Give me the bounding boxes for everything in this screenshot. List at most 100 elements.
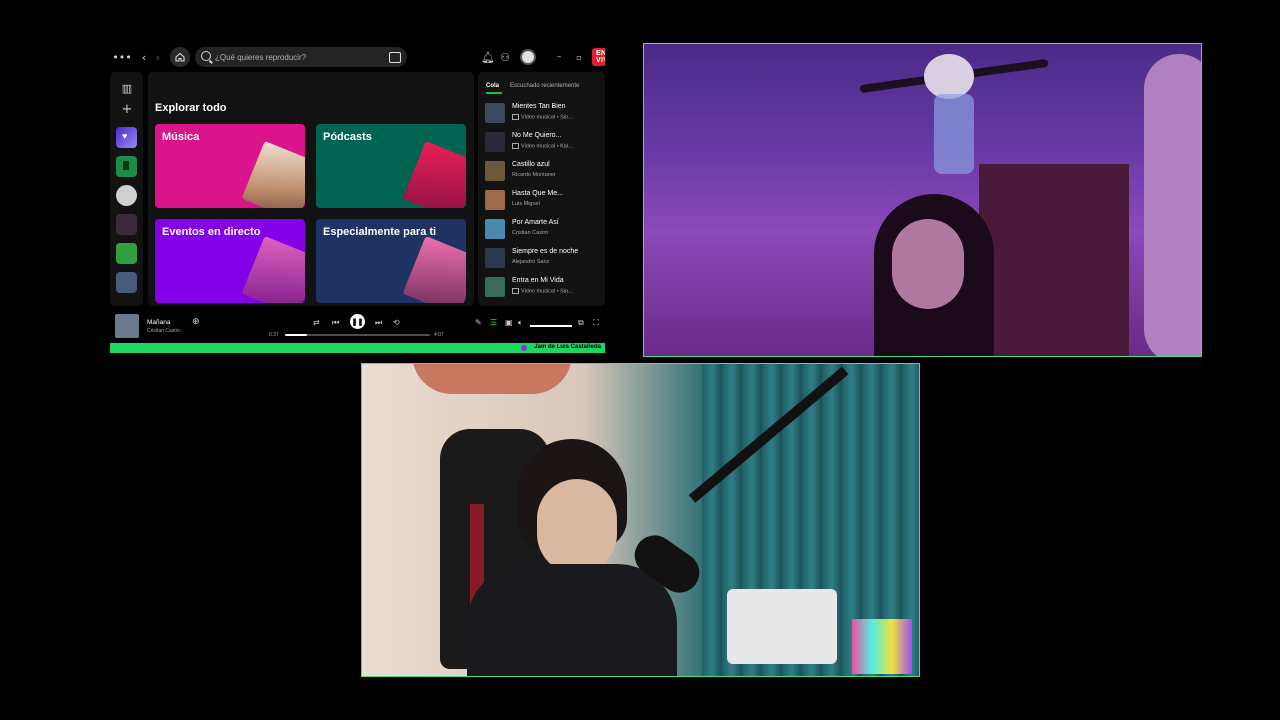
forward-arrow-icon[interactable]: › [150, 49, 166, 65]
heart-icon: ♥ [122, 131, 128, 141]
fan-light [924, 54, 974, 99]
fullscreen-icon[interactable]: ⛶ [593, 318, 599, 328]
home-button[interactable] [170, 47, 190, 67]
elapsed-time: 0:37 [269, 332, 279, 338]
volume-slider[interactable] [530, 325, 572, 327]
sidebar-item-artist[interactable] [116, 185, 137, 206]
ukulele [412, 364, 572, 394]
pause-icon: ❚❚ [351, 318, 364, 326]
now-playing-view-icon[interactable]: ✎ [475, 318, 482, 327]
queue-item-thumbnail [485, 161, 505, 181]
duration-time: 4:07 [434, 332, 444, 338]
miniplayer-icon[interactable]: ⧉ [578, 318, 584, 328]
live-badge: EN VIVO [592, 48, 605, 66]
player-bar: Mañana Cristian Castro ⊕ ⇄ ⏮ ❚❚ ⏭ ⟲ 0:37… [110, 310, 605, 342]
now-playing-artwork[interactable] [115, 314, 139, 338]
progress-bar[interactable] [285, 334, 430, 336]
queue-item[interactable]: Por Amarte Así Cristian Castro [485, 217, 603, 243]
friends-icon[interactable]: ⚇ [497, 49, 513, 65]
queue-item[interactable]: Siempre es de noche Alejandro Sanz [485, 246, 603, 272]
queue-item-title: Mientes Tan Bien [512, 103, 566, 110]
queue-item-title: Por Amarte Así [512, 219, 559, 226]
search-placeholder: ¿Qué quieres reproducir? [215, 52, 307, 62]
hanging-decoration [934, 94, 974, 174]
minimize-icon[interactable]: – [551, 49, 567, 65]
pause-button[interactable]: ❚❚ [350, 314, 365, 329]
sidebar-item-playlist[interactable] [116, 214, 137, 235]
person-face [892, 219, 964, 309]
sidebar-item-album[interactable] [116, 243, 137, 264]
queue-item-thumbnail [485, 219, 505, 239]
queue-item-subtitle: Luis Miguel [512, 201, 540, 207]
library-icon[interactable]: ▥ [119, 80, 135, 96]
card-label: Música [162, 131, 200, 143]
card-artwork [241, 236, 305, 303]
queue-item-subtitle: Video musical • Sin... [512, 114, 573, 120]
tab-recent[interactable]: Escuchado recientemente [510, 83, 579, 89]
maximize-icon[interactable]: ▫ [571, 49, 587, 65]
air-purifier [727, 589, 837, 664]
queue-item[interactable]: Entra en Mi Vida Video musical • Sin... [485, 275, 603, 301]
queue-item-title: Castillo azul [512, 161, 550, 168]
card-musica[interactable]: Música [155, 124, 305, 208]
queue-item-subtitle-text: Luis Miguel [512, 201, 540, 207]
now-playing-title[interactable]: Mañana [147, 319, 171, 326]
previous-icon[interactable]: ⏮ [332, 318, 339, 328]
queue-item-subtitle-text: Alejandro Sanz [512, 259, 550, 265]
person-vest [467, 564, 677, 676]
browse-panel: Explorar todo Música Pódcasts Eventos en… [148, 72, 474, 306]
queue-item-subtitle-text: Video musical • Sin... [521, 288, 573, 295]
queue-item-title: No Me Quiero... [512, 132, 562, 139]
card-especialmente[interactable]: Especialmente para ti [316, 219, 466, 303]
queue-item-thumbnail [485, 132, 505, 152]
queue-item-subtitle: Video musical • Sin... [512, 288, 573, 294]
queue-item-subtitle: Ricardo Montaner [512, 172, 556, 178]
queue-item[interactable]: Castillo azul Ricardo Montaner [485, 159, 603, 185]
card-label: Eventos en directo [162, 226, 261, 238]
card-artwork [241, 141, 305, 208]
repeat-icon[interactable]: ⟲ [393, 318, 400, 327]
card-label: Especialmente para ti [323, 226, 437, 238]
card-podcasts[interactable]: Pódcasts [316, 124, 466, 208]
liked-songs-item[interactable]: ♥ [116, 127, 137, 148]
queue-item[interactable]: Mientes Tan Bien Video musical • Sin... [485, 101, 603, 127]
saved-episodes-item[interactable] [116, 156, 137, 177]
queue-item-subtitle-text: Video musical • Kal... [521, 143, 573, 150]
fuzzy-object [1144, 54, 1201, 356]
top-bar: ••• ‹ › ¿Qué quieres reproducir? 🔔︎ ⚇ – … [110, 43, 605, 71]
card-label: Pódcasts [323, 131, 372, 143]
queue-item-title: Hasta Que Me... [512, 190, 563, 197]
queue-item-thumbnail [485, 103, 505, 123]
volume-icon[interactable]: 🔈︎ [518, 318, 523, 328]
queue-item-thumbnail [485, 277, 505, 297]
shuffle-icon[interactable]: ⇄ [313, 318, 320, 327]
sidebar-item-playlist-2[interactable] [116, 272, 137, 293]
page-title: Explorar todo [155, 102, 227, 114]
add-icon[interactable]: + [119, 101, 135, 117]
card-artwork [402, 236, 466, 303]
now-playing-artist[interactable]: Cristian Castro [147, 328, 180, 334]
queue-item-subtitle: Video musical • Kal... [512, 143, 573, 149]
home-icon [175, 52, 185, 62]
search-input[interactable]: ¿Qué quieres reproducir? [195, 47, 407, 67]
more-options-icon[interactable]: ••• [112, 49, 131, 65]
jam-bar[interactable]: Jam de Luis Castañeda [110, 343, 605, 353]
browse-icon[interactable] [389, 52, 401, 63]
queue-item-subtitle-text: Ricardo Montaner [512, 172, 556, 178]
progress-fill [285, 334, 307, 336]
queue-item[interactable]: No Me Quiero... Video musical • Kal... [485, 130, 603, 156]
user-avatar[interactable] [520, 49, 536, 65]
queue-item-subtitle-text: Video musical • Sin... [521, 114, 573, 121]
video-icon [512, 143, 519, 149]
video-icon [512, 114, 519, 120]
library-sidebar: ▥ + ♥ [110, 72, 143, 306]
tab-cola[interactable]: Cola [486, 83, 499, 89]
add-to-library-icon[interactable]: ⊕ [192, 317, 200, 327]
connect-device-icon[interactable]: ▣ [505, 318, 513, 327]
card-eventos[interactable]: Eventos en directo [155, 219, 305, 303]
bell-icon[interactable]: 🔔︎ [480, 49, 496, 65]
queue-item-subtitle: Cristian Castro [512, 230, 548, 236]
next-icon[interactable]: ⏭ [375, 318, 382, 328]
queue-item[interactable]: Hasta Que Me... Luis Miguel [485, 188, 603, 214]
queue-icon[interactable]: ☰ [490, 318, 497, 327]
